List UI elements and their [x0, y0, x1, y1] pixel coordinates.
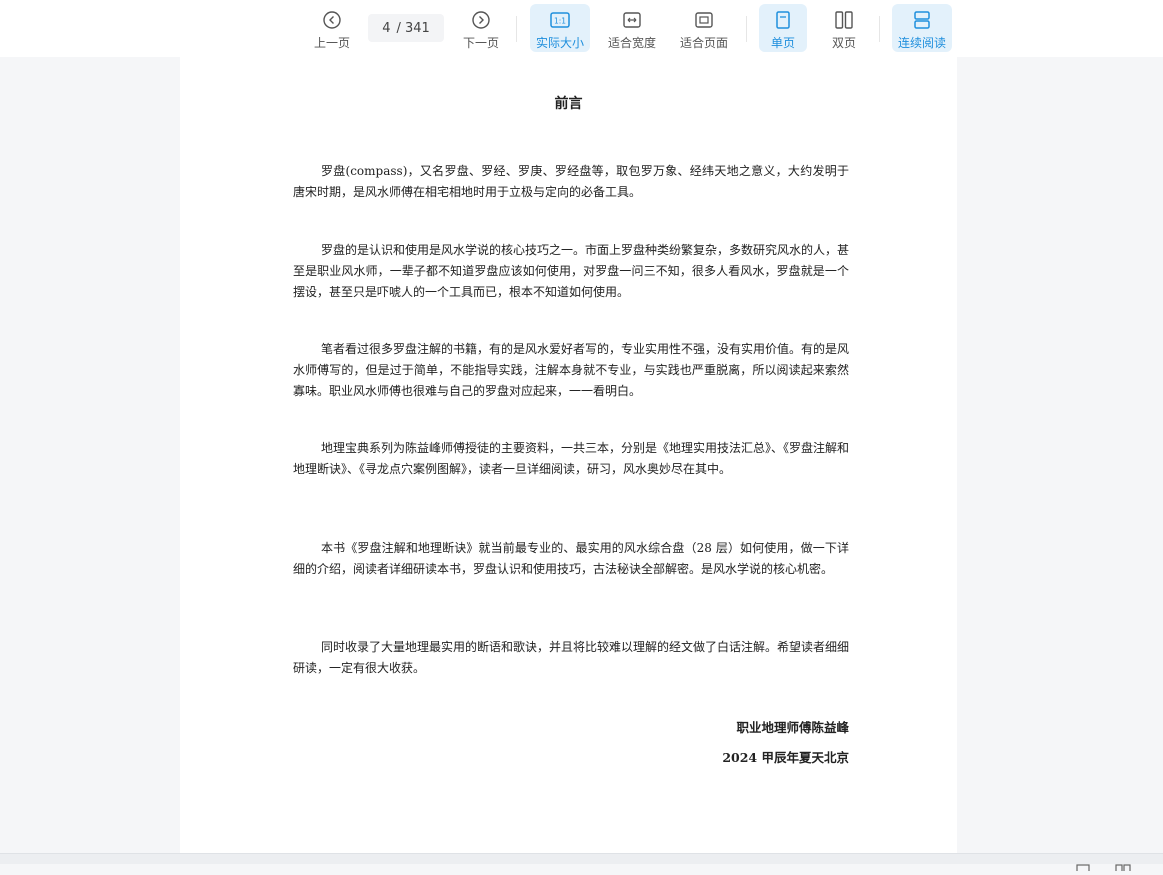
toolbar-divider — [516, 16, 517, 42]
double-page-label: 双页 — [831, 36, 856, 50]
double-page-icon — [834, 8, 854, 32]
fit-width-label: 适合宽度 — [607, 36, 656, 50]
single-page-button[interactable]: 单页 — [759, 4, 807, 52]
paragraph: 罗盘(compass)，又名罗盘、罗经、罗庚、罗经盘等，取包罗万象、经纬天地之意… — [293, 164, 849, 199]
actual-size-button[interactable]: 1:1 实际大小 — [530, 4, 590, 52]
paragraph: 地理宝典系列为陈益峰师傅授徒的主要资料，一共三本，分别是《地理实用技法汇总》、《… — [293, 441, 850, 476]
document-page: 前言 罗盘(compass)，又名罗盘、罗经、罗庚、罗经盘等，取包罗万象、经纬天… — [180, 57, 957, 853]
fit-width-button[interactable]: 适合宽度 — [602, 4, 662, 52]
toolbar-divider — [746, 16, 747, 42]
signature-date: 2024 甲辰年夏天北京 — [722, 750, 849, 765]
toolbar-divider — [879, 16, 880, 42]
fit-page-label: 适合页面 — [679, 36, 728, 50]
chevron-right-circle-icon — [471, 8, 491, 32]
paragraph: 同时收录了大量地理最实用的断语和歌诀，并且将比较难以理解的经文做了白话注解。希望… — [293, 640, 850, 675]
single-page-icon — [774, 8, 792, 32]
prev-page-button[interactable]: 上一页 — [309, 4, 355, 52]
continuous-reading-label: 连续阅读 — [897, 36, 946, 50]
page-title: 前言 — [554, 96, 583, 112]
prev-page-label: 上一页 — [313, 36, 350, 50]
double-page-icon[interactable] — [1115, 856, 1131, 875]
next-page-label: 下一页 — [462, 36, 499, 50]
next-page-button[interactable]: 下一页 — [458, 4, 504, 52]
svg-text:1:1: 1:1 — [554, 17, 566, 26]
bottom-status-strip — [0, 853, 1163, 864]
actual-size-label: 实际大小 — [535, 36, 584, 50]
viewer-toolbar: 上一页 4 / 341 下一页 1:1 实际大小 适合宽度 适合页面 单页 双页… — [0, 0, 1163, 57]
double-page-button[interactable]: 双页 — [820, 4, 868, 52]
page-number-field[interactable]: 4 / 341 — [368, 14, 444, 42]
paragraph: 本书《罗盘注解和地理断诀》就当前最专业的、最实用的风水综合盘（28 层）如何使用… — [293, 541, 849, 576]
total-pages: / 341 — [396, 20, 430, 36]
paragraph: 罗盘的是认识和使用是风水学说的核心技巧之一。市面上罗盘种类纷繁复杂，多数研究风水… — [293, 243, 850, 299]
single-page-label: 单页 — [770, 36, 795, 50]
fit-page-icon — [694, 8, 714, 32]
signature-author: 职业地理师傅陈益峰 — [736, 720, 849, 735]
chevron-left-circle-icon — [322, 8, 342, 32]
fit-width-icon — [622, 8, 642, 32]
single-page-icon[interactable] — [1076, 856, 1090, 875]
continuous-icon — [912, 8, 932, 32]
current-page-input[interactable]: 4 — [382, 21, 390, 36]
continuous-reading-button[interactable]: 连续阅读 — [892, 4, 952, 52]
fit-page-button[interactable]: 适合页面 — [674, 4, 734, 52]
actual-size-icon: 1:1 — [549, 8, 571, 32]
paragraph: 笔者看过很多罗盘注解的书籍，有的是风水爱好者写的，专业实用性不强，没有实用价值。… — [293, 342, 850, 398]
